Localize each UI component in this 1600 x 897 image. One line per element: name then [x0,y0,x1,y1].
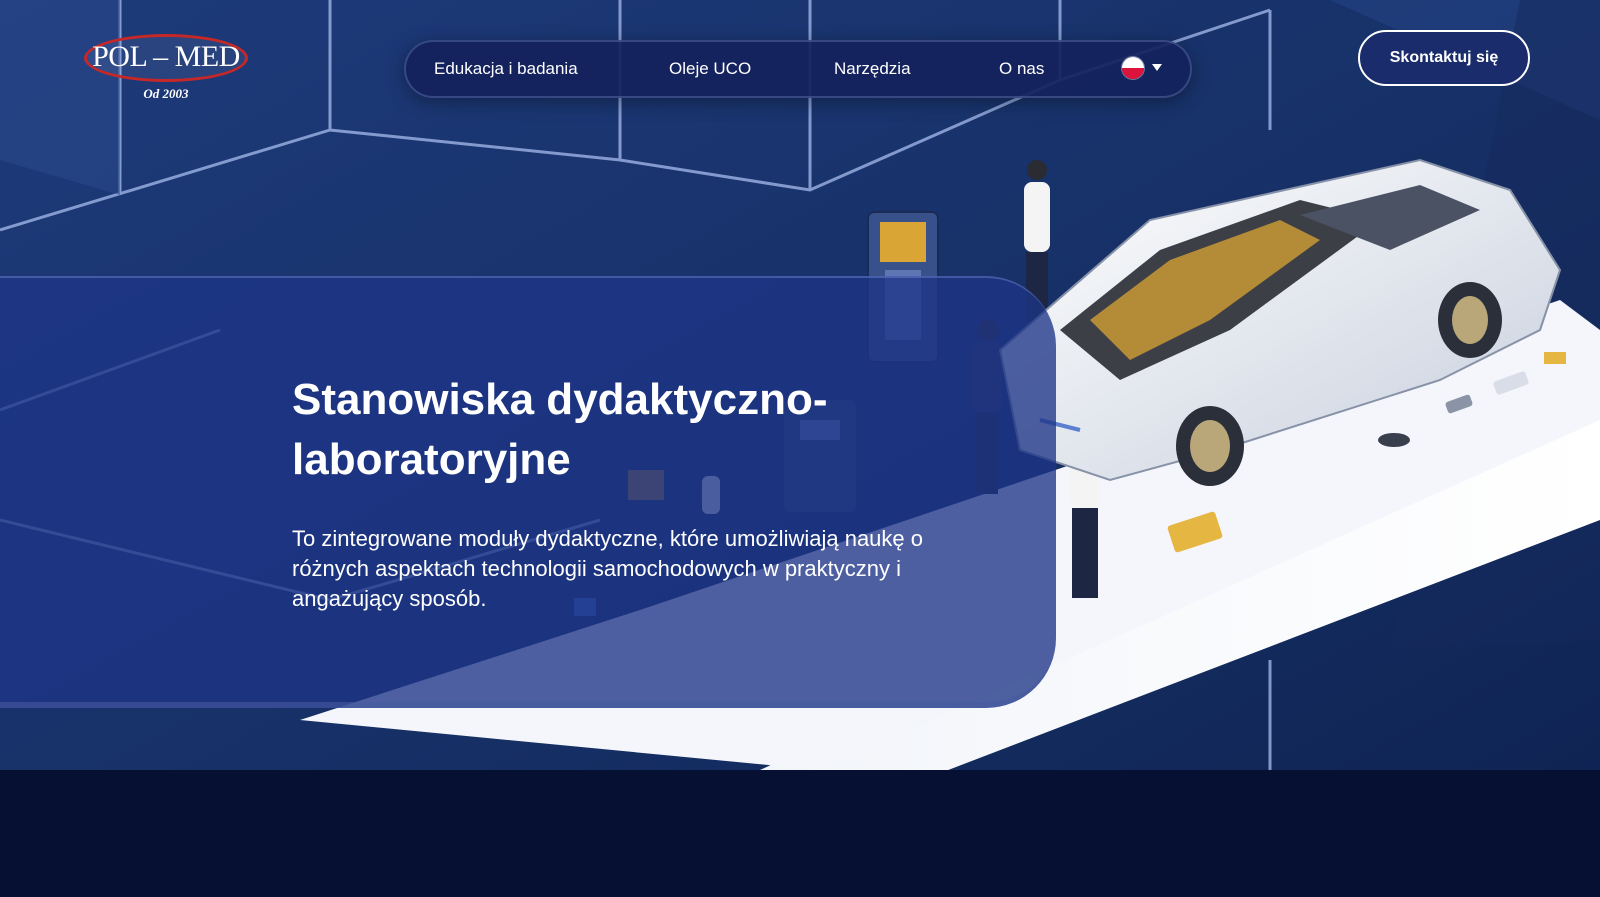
nav-item-uco-oils[interactable]: Oleje UCO [669,59,751,79]
logo-since: Od 2003 [143,86,189,101]
logo-name: POL – MED [92,40,240,73]
hero-title: Stanowiska dydaktyczno-laboratoryjne [292,375,828,484]
hero-panel [0,276,1056,708]
nav-item-about[interactable]: O nas [999,59,1044,79]
main-navigation: Edukacja i badania Oleje UCO Narzędzia O… [404,40,1192,98]
language-selector[interactable] [1116,55,1166,83]
poland-flag-icon [1122,57,1144,79]
contact-button[interactable]: Skontaktuj się [1358,30,1530,86]
nav-item-education[interactable]: Edukacja i badania [434,59,578,79]
company-logo[interactable]: POL – MED Od 2003 [84,30,252,104]
chevron-down-icon [1152,64,1162,71]
footer-band [0,770,1600,897]
hero-description: To zintegrowane moduły dydaktyczne, któr… [292,526,923,611]
nav-item-tools[interactable]: Narzędzia [834,59,911,79]
